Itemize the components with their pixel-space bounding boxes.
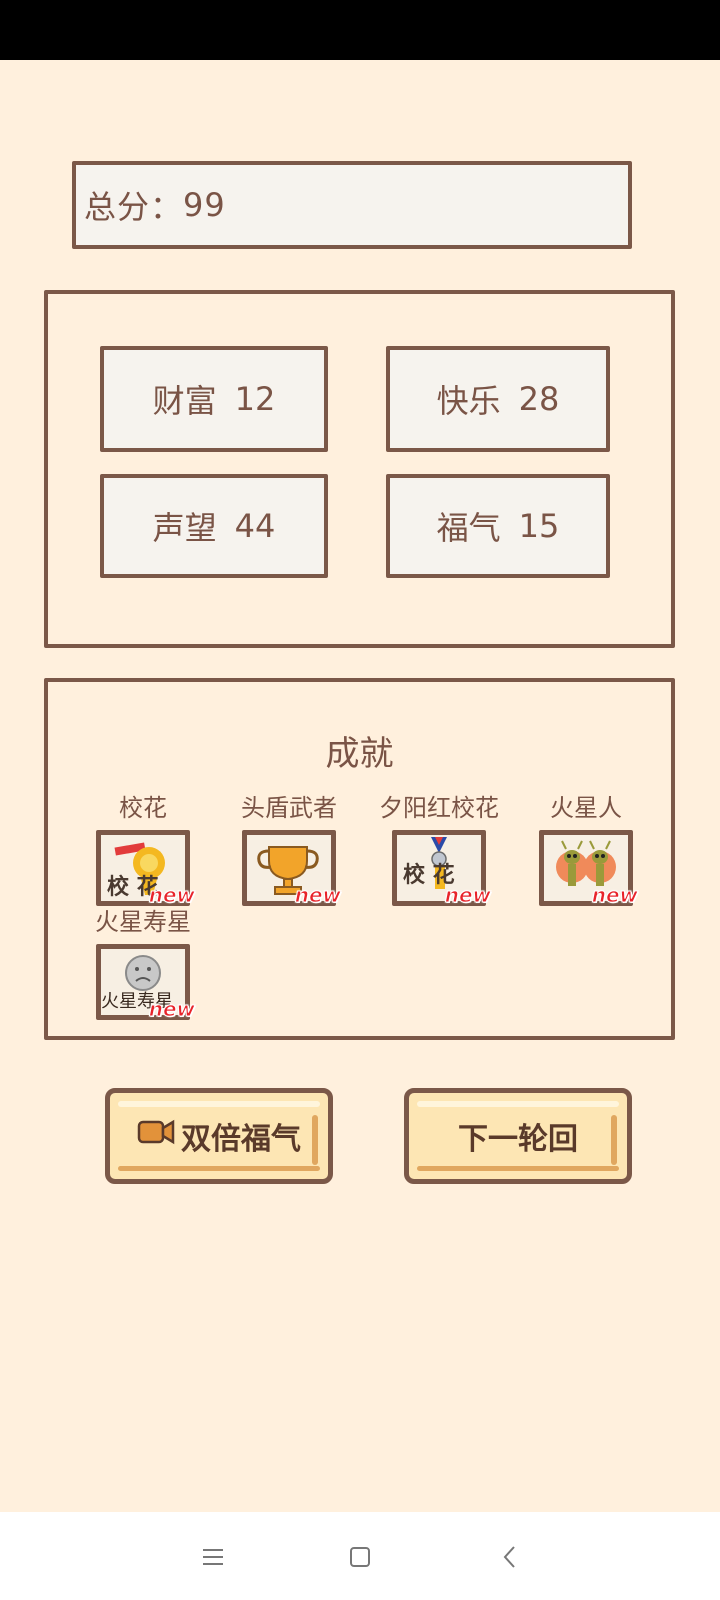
gold-trophy-icon: new	[242, 830, 342, 908]
double-luck-button[interactable]: 双倍福气	[105, 1088, 333, 1184]
double-luck-label: 双倍福气	[181, 1122, 301, 1157]
stats-panel: 财富 12 快乐 28 声望 44 福气 15	[44, 290, 675, 648]
martians-icon: new	[539, 830, 639, 908]
stat-luck: 福气 15	[386, 474, 610, 578]
achievement-badge[interactable]: 校花 校 花 new	[68, 792, 218, 908]
stat-value: 15	[518, 507, 560, 545]
status-bar	[0, 0, 720, 60]
achievements-panel: 成就 校花 校 花 new 头盾武者 new 夕阳红校花 校 花 new 火星人…	[44, 678, 675, 1040]
achievement-label: 头盾武者	[241, 794, 337, 822]
next-round-button[interactable]: 下一轮回	[404, 1088, 632, 1184]
system-nav-bar	[0, 1512, 720, 1600]
new-tag: new	[591, 883, 638, 908]
new-tag: new	[294, 883, 341, 908]
button-shade	[118, 1166, 320, 1171]
stat-name: 声望	[152, 509, 217, 547]
stat-name: 快乐	[436, 382, 501, 420]
achievement-label: 校花	[119, 794, 167, 822]
stat-happiness: 快乐 28	[386, 346, 610, 452]
new-tag: new	[148, 997, 195, 1022]
next-round-label: 下一轮回	[458, 1122, 578, 1157]
stat-reputation: 声望 44	[100, 474, 328, 578]
achievement-badge[interactable]: 夕阳红校花 校 花 new	[364, 792, 514, 908]
achievement-badge[interactable]: 火星人 new	[511, 792, 661, 908]
achievements-title: 成就	[325, 734, 394, 774]
new-tag: new	[148, 883, 195, 908]
achievement-badge[interactable]: 头盾武者 new	[214, 792, 364, 908]
stat-name: 福气	[436, 509, 501, 547]
stat-wealth: 财富 12	[100, 346, 328, 452]
stat-name: 财富	[152, 382, 217, 420]
stat-value: 12	[234, 380, 276, 418]
achievement-label: 火星寿星	[95, 908, 191, 936]
menu-icon[interactable]	[198, 1542, 228, 1572]
button-shade	[417, 1166, 619, 1171]
total-score-value: 99	[183, 186, 226, 224]
achievement-label: 夕阳红校花	[379, 794, 499, 822]
achievement-label: 火星人	[550, 794, 622, 822]
medal-school-beauty-icon: 校 花 new	[392, 830, 492, 908]
video-icon	[137, 1118, 175, 1154]
school-beauty-trophy-icon: 校 花 new	[96, 830, 196, 908]
total-score-box: 总分： 99	[72, 161, 632, 249]
new-tag: new	[444, 883, 491, 908]
sad-face-icon: 火星寿星 new	[96, 944, 196, 1022]
stat-value: 44	[234, 507, 276, 545]
achievement-badge[interactable]: 火星寿星 火星寿星 new	[68, 906, 218, 1022]
stat-value: 28	[518, 380, 560, 418]
back-chevron-icon[interactable]	[495, 1542, 525, 1572]
total-score-label: 总分：	[84, 188, 184, 226]
square-home-icon[interactable]	[345, 1542, 375, 1572]
